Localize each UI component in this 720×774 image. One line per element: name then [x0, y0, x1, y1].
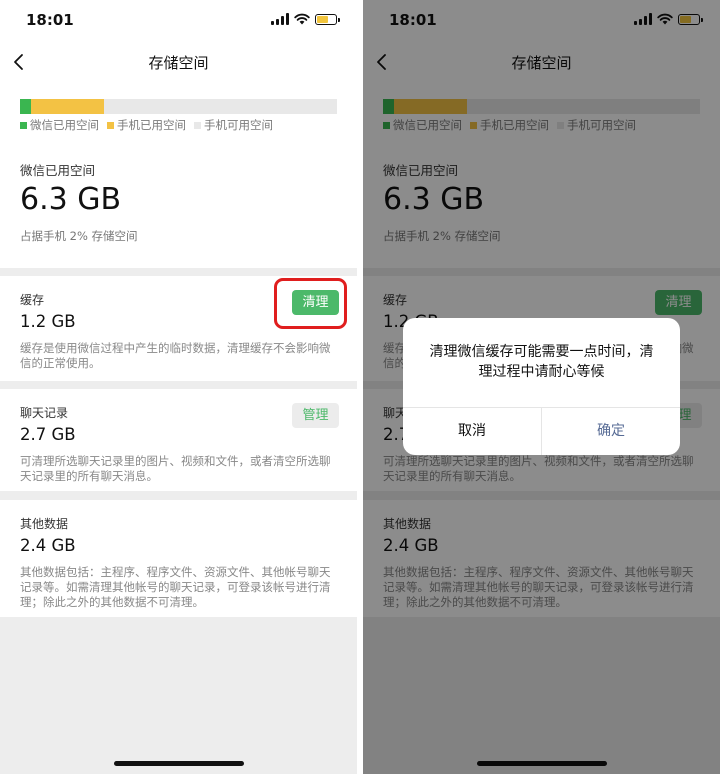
manage-chat-history-button[interactable]: 管理	[292, 403, 339, 428]
legend-swatch-phone-used	[107, 121, 114, 129]
status-time: 18:01	[26, 11, 74, 29]
battery-icon	[315, 13, 340, 25]
other-data-description: 其他数据包括：主程序、程序文件、资源文件、其他帐号聊天记录等。如需清理其他帐号的…	[20, 565, 331, 609]
legend-swatch-phone-free	[194, 121, 201, 129]
other-data-label: 其他数据	[20, 517, 69, 531]
wifi-icon	[294, 13, 310, 25]
cellular-signal-icon	[271, 13, 289, 25]
legend-item-wechat: 微信已用空间	[20, 117, 99, 133]
chat-history-section: 聊天记录 2.7 GB 可清理所选聊天记录里的图片、视频和文件，或者清空所选聊天…	[0, 389, 357, 491]
usage-segment-phone-free	[103, 99, 337, 114]
legend-item-phone-used: 手机已用空间	[107, 117, 186, 133]
chat-history-description: 可清理所选聊天记录里的图片、视频和文件，或者清空所选聊天记录里的所有聊天消息。	[20, 454, 331, 483]
cache-label: 缓存	[20, 293, 45, 307]
legend-label-wechat: 微信已用空间	[30, 118, 99, 132]
legend-label-phone-used: 手机已用空间	[117, 118, 186, 132]
storage-screen: 18:01 存储空间 微信已用空间 手机已用空间 手机可用空间 微信已用空间 6…	[0, 0, 357, 774]
highlight-box-clear-button	[274, 278, 347, 329]
status-icons	[271, 13, 340, 25]
page-title: 存储空间	[148, 54, 209, 72]
legend-swatch-wechat	[20, 121, 27, 129]
status-bar: 18:01	[0, 0, 357, 42]
wechat-used-value: 6.3 GB	[20, 182, 122, 217]
legend-label-phone-free: 手机可用空间	[204, 118, 273, 132]
nav-bar: 存储空间	[0, 42, 357, 82]
dialog-message: 清理微信缓存可能需要一点时间，清理过程中请耐心等候	[429, 344, 654, 380]
dialog-confirm-button[interactable]: 确定	[542, 408, 680, 455]
usage-legend: 微信已用空间 手机已用空间 手机可用空间	[20, 117, 273, 133]
home-indicator	[114, 761, 244, 766]
storage-screen-with-dialog: 18:01 存储空间 微信已用空间 手机已用空间 手机可用空间 微信已用空间 6…	[363, 0, 720, 774]
legend-item-phone-free: 手机可用空间	[194, 117, 273, 133]
wechat-used-note: 占据手机 2% 存储空间	[20, 229, 138, 243]
wechat-used-label: 微信已用空间	[20, 163, 96, 178]
dialog-cancel-button[interactable]: 取消	[403, 408, 541, 455]
cache-size: 1.2 GB	[20, 312, 76, 331]
other-data-size: 2.4 GB	[20, 536, 76, 555]
clear-cache-dialog: 清理微信缓存可能需要一点时间，清理过程中请耐心等候取消 确定	[403, 318, 680, 455]
usage-segment-wechat	[20, 99, 32, 114]
other-data-section: 其他数据 2.4 GB 其他数据包括：主程序、程序文件、资源文件、其他帐号聊天记…	[0, 500, 357, 617]
chat-history-label: 聊天记录	[20, 406, 69, 420]
cache-description: 缓存是使用微信过程中产生的临时数据，清理缓存不会影响微信的正常使用。	[20, 341, 331, 370]
storage-summary: 微信已用空间 手机已用空间 手机可用空间 微信已用空间 6.3 GB 占据手机 …	[0, 82, 357, 268]
usage-segment-phone-used	[31, 99, 104, 114]
chat-history-size: 2.7 GB	[20, 425, 76, 444]
storage-usage-bar	[20, 99, 337, 114]
